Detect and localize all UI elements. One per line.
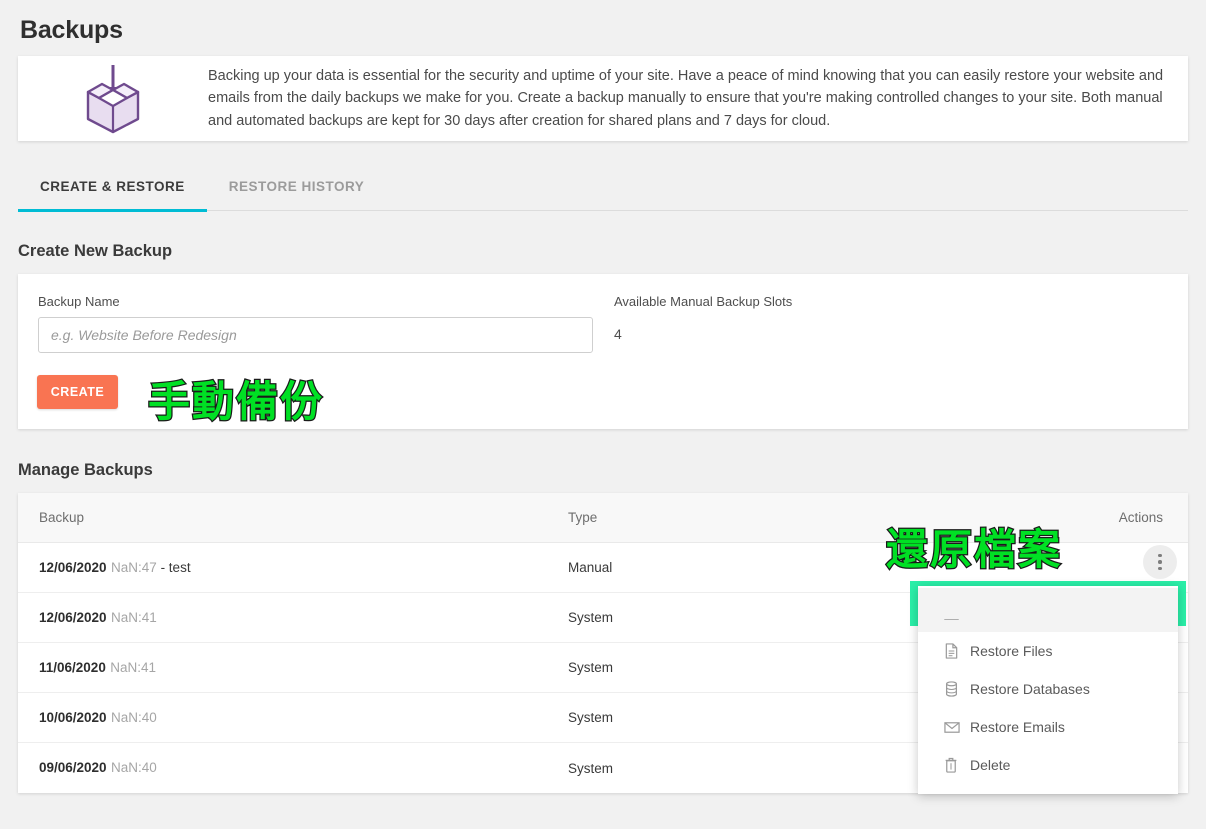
row-time: NaN:41: [110, 659, 157, 675]
database-icon: [944, 681, 970, 697]
kebab-dot: [1158, 560, 1162, 564]
row-date: 09/06/2020: [39, 760, 107, 775]
backup-name-label: Backup Name: [38, 294, 120, 309]
page-title: Backups: [20, 16, 123, 44]
row-time: NaN:47: [111, 559, 157, 575]
row-time: NaN:40: [111, 709, 157, 725]
menu-item-delete[interactable]: Delete: [918, 746, 1178, 784]
menu-item-label: Restore Databases: [970, 681, 1090, 697]
menu-item-label: Restore Emails: [970, 719, 1065, 735]
trash-icon: [944, 757, 970, 773]
column-header-actions: Actions: [1118, 510, 1163, 525]
tab-bar: CREATE & RESTORE RESTORE HISTORY: [18, 165, 1188, 212]
annotation-restore-files: 還原檔案: [885, 524, 1063, 576]
tab-create-and-restore[interactable]: CREATE & RESTORE: [18, 165, 207, 212]
row-date: 12/06/2020: [39, 559, 107, 575]
row-suffix: - test: [156, 559, 191, 575]
annotation-manual-backup: 手動備份: [147, 376, 325, 428]
create-new-backup-heading: Create New Backup: [18, 242, 173, 260]
kebab-dot: [1158, 566, 1162, 571]
kebab-dot: [1158, 553, 1162, 558]
highlight-inner-fill: [918, 588, 1178, 619]
row-time: NaN:40: [111, 760, 157, 775]
available-slots-label: Available Manual Backup Slots: [614, 294, 793, 309]
menu-item-restore-files[interactable]: Restore Files: [918, 632, 1178, 670]
envelope-icon: [944, 721, 970, 734]
backup-box-icon: [18, 62, 208, 136]
row-actions-menu-button[interactable]: [1143, 545, 1177, 579]
menu-item-restore-emails[interactable]: Restore Emails: [918, 708, 1178, 746]
available-slots-value: 4: [614, 326, 622, 342]
column-header-backup: Backup: [39, 510, 85, 525]
info-description: Backing up your data is essential for th…: [208, 67, 1164, 129]
backup-name-input[interactable]: [38, 317, 593, 353]
menu-item-label: Restore Files: [970, 643, 1053, 659]
file-icon: [944, 643, 970, 659]
info-card: Backing up your data is essential for th…: [18, 56, 1188, 141]
create-button[interactable]: CREATE: [37, 375, 118, 409]
backups-page: Backups Backing up your data is essentia…: [0, 0, 1206, 829]
tab-restore-history[interactable]: RESTORE HISTORY: [207, 165, 387, 211]
row-date: 11/06/2020: [39, 659, 106, 675]
menu-item-label: Delete: [970, 757, 1011, 773]
row-date: 12/06/2020: [39, 609, 107, 625]
row-date: 10/06/2020: [39, 709, 107, 725]
menu-item-restore-databases[interactable]: Restore Databases: [918, 670, 1178, 708]
manage-backups-heading: Manage Backups: [18, 461, 153, 479]
row-time: NaN:41: [111, 609, 157, 625]
